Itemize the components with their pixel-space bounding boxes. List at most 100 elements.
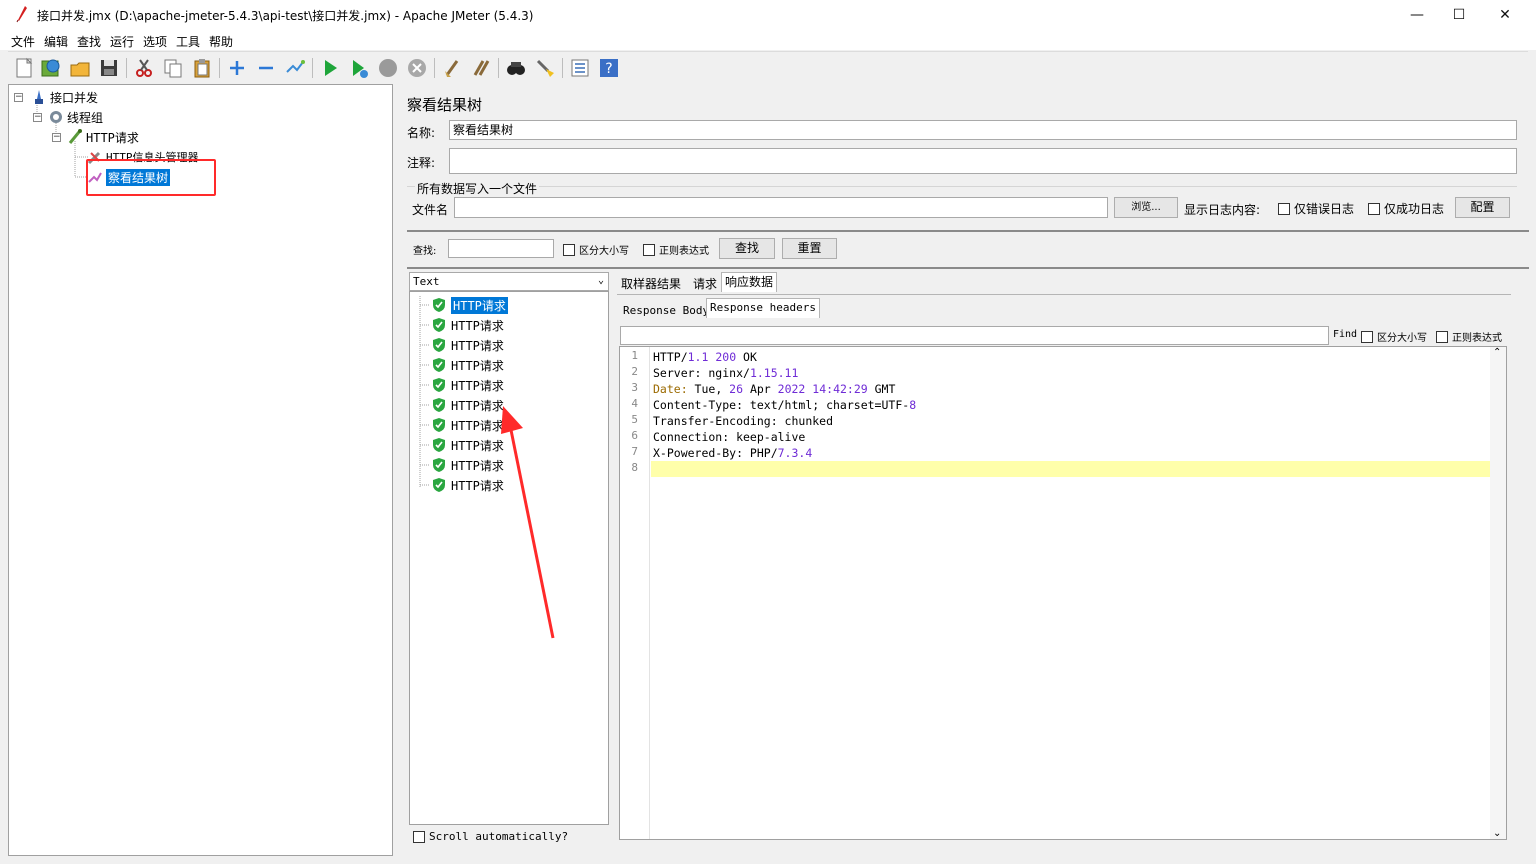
checkbox-box[interactable] [1278,202,1290,215]
reset-search-icon[interactable] [534,57,556,79]
search-icon[interactable] [505,57,527,79]
success-shield-icon [433,298,445,312]
checkbox-box[interactable] [563,243,575,256]
name-input[interactable]: 察看结果树 [449,120,1517,140]
function-helper-icon[interactable] [569,57,591,79]
list-item-label: HTTP请求 [451,358,504,373]
chevron-up-icon[interactable]: ⌃ [1493,347,1501,358]
maximize-button[interactable]: ☐ [1436,0,1482,30]
clear-icon[interactable] [441,57,463,79]
copy-icon[interactable] [162,57,184,79]
list-item[interactable]: HTTP请求 [432,316,504,334]
find-regex-checkbox[interactable]: 正则表达式 [1436,329,1502,344]
tab-response-body[interactable]: Response Body [619,301,713,321]
cut-icon[interactable] [133,57,155,79]
menu-edit[interactable]: 编辑 [44,33,68,50]
response-find-input[interactable] [620,326,1329,345]
regex-checkbox[interactable]: 正则表达式 [643,242,709,257]
success-only-checkbox[interactable]: 仅成功日志 [1368,200,1444,217]
checkbox-box[interactable] [643,243,655,256]
tree-root[interactable]: − 接口并发 [14,88,98,106]
comment-input[interactable] [449,148,1517,174]
code-token: 26 [729,382,744,396]
list-item[interactable]: HTTP请求 [432,456,504,474]
tab-response-headers[interactable]: Response headers [706,298,820,318]
tab-response-data[interactable]: 响应数据 [721,272,778,292]
menu-file[interactable]: 文件 [11,33,35,50]
configure-button[interactable]: 配置 [1455,197,1510,218]
code-line: Content-Type: text/html; charset=UTF-8 [651,397,916,413]
checkbox-box[interactable] [1368,202,1380,215]
success-shield-icon [433,478,445,492]
new-icon[interactable] [13,57,35,79]
menu-help[interactable]: 帮助 [209,33,233,50]
code-token: Date: [653,382,688,396]
list-item[interactable]: HTTP请求 [432,336,504,354]
reset-button[interactable]: 重置 [782,238,837,259]
save-icon[interactable] [98,57,120,79]
collapse-toggle[interactable]: − [33,112,42,122]
paste-icon[interactable] [191,57,213,79]
find-regex-label: 正则表达式 [1452,333,1502,344]
clear-all-icon[interactable] [470,57,492,79]
start-icon[interactable] [319,57,341,79]
start-no-pause-icon[interactable] [348,57,370,79]
menu-search[interactable]: 查找 [77,33,101,50]
tab-request[interactable]: 请求 [689,274,721,294]
list-item[interactable]: HTTP请求 [432,296,508,314]
find-button[interactable]: 查找 [719,238,775,259]
help-icon[interactable]: ? [598,57,620,79]
code-token: Tue, [687,382,730,396]
checkbox-box[interactable] [1361,330,1373,343]
chevron-down-icon[interactable]: ⌄ [1493,828,1501,839]
list-item[interactable]: HTTP请求 [432,436,504,454]
errors-only-checkbox[interactable]: 仅错误日志 [1278,200,1354,217]
name-label: 名称: [407,126,436,140]
scroll-auto-checkbox[interactable]: Scroll automatically? [413,830,568,843]
browse-button[interactable]: 浏览... [1114,197,1178,218]
case-sensitive-checkbox[interactable]: 区分大小写 [563,242,629,257]
panel-title: 察看结果树 [407,96,483,114]
list-item[interactable]: HTTP请求 [432,396,504,414]
list-item[interactable]: HTTP请求 [432,376,504,394]
test-plan-tree: − 接口并发 − 线程组 − HTTP请求 HTTP信息头管理器 察看结果树 [8,84,393,856]
close-button[interactable]: ✕ [1482,0,1528,30]
renderer-selected: Text [413,275,440,288]
list-item[interactable]: HTTP请求 [432,356,504,374]
checkbox-box[interactable] [1436,330,1448,343]
find-case-checkbox[interactable]: 区分大小写 [1361,329,1427,344]
scroll-auto-label: Scroll automatically? [429,830,569,843]
menu-tools[interactable]: 工具 [176,33,200,50]
list-item[interactable]: HTTP请求 [432,476,504,494]
list-item[interactable]: HTTP请求 [432,416,504,434]
minimize-button[interactable]: — [1394,0,1440,30]
search-input[interactable] [448,239,554,258]
collapse-toggle[interactable]: − [52,132,61,142]
templates-icon[interactable] [40,57,62,79]
menu-bar: 文件 编辑 查找 运行 选项 工具 帮助 [0,30,1536,50]
annotation-arrow [501,406,555,639]
collapse-toggle[interactable]: − [14,92,23,102]
tree-http-request[interactable]: − HTTP请求 [52,128,139,146]
toggle-icon[interactable] [284,57,306,79]
vertical-scrollbar[interactable]: ⌃ ⌄ [1490,347,1506,839]
maximize-icon: ☐ [1452,7,1466,23]
collapse-icon[interactable] [255,57,277,79]
menu-options[interactable]: 选项 [143,33,167,50]
tree-thread-group[interactable]: − 线程组 [33,108,103,126]
menu-run[interactable]: 运行 [110,33,134,50]
shutdown-icon[interactable] [406,57,428,79]
checkbox-box[interactable] [413,830,425,843]
response-headers-editor[interactable]: 12345678 HTTP/1.1 200 OK Server: nginx/1.… [619,346,1507,840]
expand-icon[interactable] [226,57,248,79]
stop-icon[interactable] [377,57,399,79]
jmeter-feather-icon [16,6,27,23]
code-line: Connection: keep-alive [651,429,805,445]
open-icon[interactable] [69,57,91,79]
file-name-input[interactable] [454,197,1108,218]
list-item-label: HTTP请求 [451,378,504,393]
code-line: Transfer-Encoding: chunked [651,413,833,429]
tab-sampler-result[interactable]: 取样器结果 [617,274,685,294]
success-shield-icon [433,458,445,472]
renderer-select[interactable]: Text ⌄ [409,272,609,291]
